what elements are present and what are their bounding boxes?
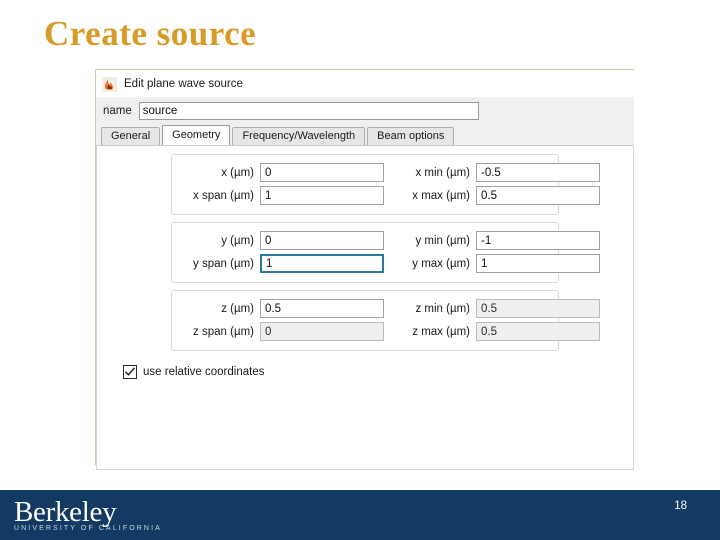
lumerical-flame-icon — [102, 76, 117, 92]
page-number: 18 — [674, 500, 687, 512]
y-label: y (µm) — [221, 234, 254, 247]
use-relative-coordinates-row[interactable]: use relative coordinates — [123, 365, 633, 379]
tab-frequency-wavelength[interactable]: Frequency/Wavelength — [232, 127, 366, 145]
name-input[interactable] — [138, 102, 479, 120]
z-row-1: z (µm) z min (µm) — [172, 297, 600, 320]
x-min-input[interactable] — [476, 163, 600, 182]
z-input[interactable] — [260, 299, 384, 318]
y-min-input[interactable] — [476, 231, 600, 250]
field-x: x (µm) — [172, 163, 384, 182]
field-y-span: y span (µm) — [172, 254, 384, 273]
checkmark-icon — [125, 367, 135, 376]
field-y: y (µm) — [172, 231, 384, 250]
field-x-max: x max (µm) — [384, 186, 600, 205]
tab-general[interactable]: General — [101, 127, 161, 145]
dialog-titlebar: Edit plane wave source — [96, 71, 634, 97]
tabstrip: General Geometry Frequency/Wavelength Be… — [96, 125, 634, 145]
x-span-label: x span (µm) — [193, 189, 254, 202]
field-z: z (µm) — [172, 299, 384, 318]
x-row-2: x span (µm) x max (µm) — [172, 184, 600, 207]
field-x-min: x min (µm) — [384, 163, 600, 182]
x-label: x (µm) — [221, 166, 254, 179]
geometry-tab-panel: x (µm) x min (µm) x span (µm) x max (µm) — [96, 145, 634, 470]
berkeley-logo: Berkeley UNIVERSITY OF CALIFORNIA — [14, 497, 174, 532]
tab-geometry[interactable]: Geometry — [162, 125, 231, 145]
z-min-label: z min (µm) — [415, 302, 470, 315]
field-y-max: y max (µm) — [384, 254, 600, 273]
berkeley-subtitle: UNIVERSITY OF CALIFORNIA — [14, 525, 162, 532]
y-row-2: y span (µm) y max (µm) — [172, 252, 600, 275]
field-x-span: x span (µm) — [172, 186, 384, 205]
y-max-input[interactable] — [476, 254, 600, 273]
x-min-label: x min (µm) — [415, 166, 470, 179]
header-divider-horizontal — [95, 69, 634, 70]
y-max-label: y max (µm) — [412, 257, 470, 270]
name-label: name — [103, 105, 132, 117]
dialog-title: Edit plane wave source — [124, 78, 243, 90]
name-row: name — [96, 97, 634, 125]
y-input[interactable] — [260, 231, 384, 250]
x-span-input[interactable] — [260, 186, 384, 205]
z-max-input[interactable] — [476, 322, 600, 341]
x-max-input[interactable] — [476, 186, 600, 205]
field-y-min: y min (µm) — [384, 231, 600, 250]
z-max-label: z max (µm) — [412, 325, 470, 338]
use-relative-coordinates-checkbox[interactable] — [123, 365, 137, 379]
y-min-label: y min (µm) — [415, 234, 470, 247]
z-row-2: z span (µm) z max (µm) — [172, 320, 600, 343]
z-span-label: z span (µm) — [193, 325, 254, 338]
x-max-label: x max (µm) — [412, 189, 470, 202]
edit-plane-wave-source-dialog: Edit plane wave source name General Geom… — [96, 71, 634, 470]
y-span-input[interactable] — [260, 254, 384, 273]
y-coordinate-group: y (µm) y min (µm) y span (µm) y max (µm) — [171, 222, 600, 283]
use-relative-coordinates-label: use relative coordinates — [143, 366, 265, 378]
z-label: z (µm) — [221, 302, 254, 315]
z-span-input[interactable] — [260, 322, 384, 341]
x-row-1: x (µm) x min (µm) — [172, 161, 600, 184]
page-title: Create source — [44, 14, 257, 53]
x-coordinate-group: x (µm) x min (µm) x span (µm) x max (µm) — [171, 154, 600, 215]
y-row-1: y (µm) y min (µm) — [172, 229, 600, 252]
tab-beam-options[interactable]: Beam options — [367, 127, 455, 145]
z-coordinate-group: z (µm) z min (µm) z span (µm) z max (µm) — [171, 290, 600, 351]
field-z-min: z min (µm) — [384, 299, 600, 318]
z-min-input[interactable] — [476, 299, 600, 318]
berkeley-wordmark: Berkeley — [14, 496, 117, 528]
field-z-span: z span (µm) — [172, 322, 384, 341]
field-z-max: z max (µm) — [384, 322, 600, 341]
y-span-label: y span (µm) — [193, 257, 254, 270]
x-input[interactable] — [260, 163, 384, 182]
